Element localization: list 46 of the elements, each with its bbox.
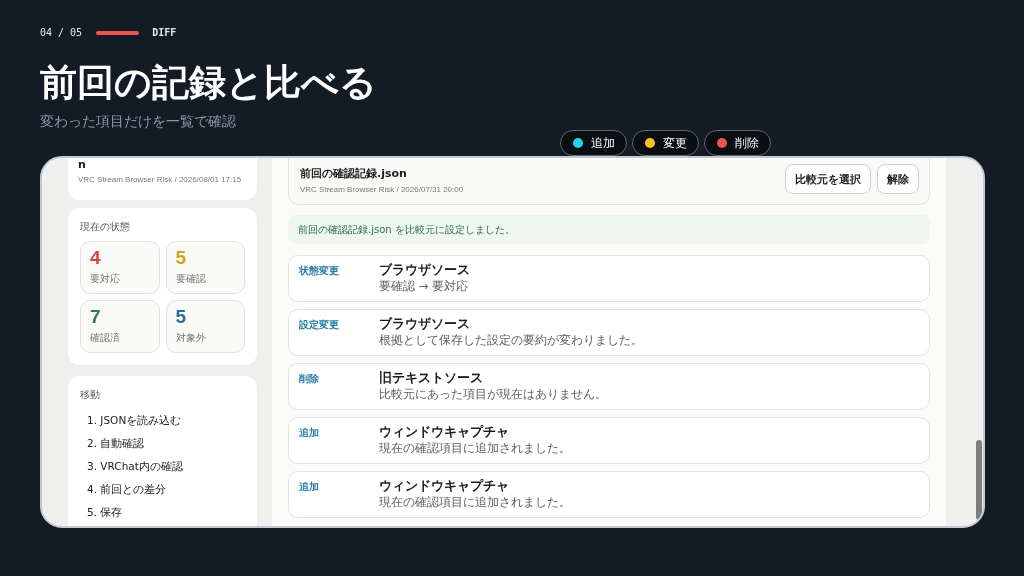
change-detail: 比較元にあった項目が現在はありません。: [379, 387, 607, 402]
count-value: 5: [175, 306, 187, 328]
change-detail: 要確認 → 要対応: [379, 279, 468, 294]
change-detail: 根拠として保存した設定の要約が変わりました。: [379, 333, 643, 348]
card-title: 現在の状態: [80, 220, 131, 234]
scrollbar-thumb[interactable]: [976, 440, 982, 520]
count-value: 4: [90, 247, 101, 269]
nav-link[interactable]: 5. 保存: [80, 502, 130, 522]
nav-link[interactable]: 4. 前回との差分: [80, 479, 174, 499]
action-button[interactable]: 解除: [877, 164, 919, 194]
record-meta: VRC Stream Browser Risk / 2026/08/01 17:15: [78, 174, 243, 186]
change-type: 追加: [299, 426, 319, 440]
file-name: 前回の確認記録.json: [300, 166, 407, 181]
action-button[interactable]: 比較元を選択: [785, 164, 871, 194]
change-title: ウィンドウキャプチャ: [379, 424, 509, 440]
count-label: 確認済: [90, 331, 120, 345]
change-type: 追加: [299, 480, 319, 494]
nav-link[interactable]: 3. VRChat内の確認: [80, 456, 190, 476]
slide-title: 前回の記録と比べる: [40, 60, 378, 106]
count-value: 5: [175, 247, 187, 269]
count-label: 対象外: [175, 331, 206, 345]
notice-message: 前回の確認記録.json を比較元に設定しました。: [288, 215, 930, 244]
count-value: 7: [90, 306, 101, 328]
change-type: 削除: [299, 372, 319, 386]
change-type: 状態変更: [299, 264, 339, 278]
section-label: DIFF: [152, 26, 177, 40]
file-meta: VRC Stream Browser Risk / 2026/07/31 20:00: [300, 183, 464, 196]
change-detail: 現在の確認項目に追加されました。: [379, 441, 571, 456]
count-label: 要対応: [90, 272, 120, 286]
legend-label: 削除: [735, 135, 759, 151]
nav-link[interactable]: 2. 自動確認: [80, 433, 152, 453]
change-title: ブラウザソース: [379, 262, 470, 278]
slide-subtitle: 変わった項目だけを一覧で確認: [40, 112, 237, 130]
slide-counter: 04 / 05: [40, 26, 83, 40]
record-name: n: [78, 158, 87, 172]
change-title: 旧テキストソース: [379, 370, 483, 386]
count-label: 要確認: [175, 272, 206, 286]
change-title: ウィンドウキャプチャ: [379, 478, 509, 494]
legend-label: 追加: [591, 135, 615, 151]
card-title: 移動: [80, 388, 101, 402]
nav-link[interactable]: 1. JSONを読み込む: [80, 410, 189, 430]
accent-bar: [96, 31, 140, 35]
change-type: 設定変更: [299, 318, 339, 332]
change-detail: 現在の確認項目に追加されました。: [379, 495, 571, 510]
change-title: ブラウザソース: [379, 316, 470, 332]
legend-label: 変更: [663, 135, 687, 151]
